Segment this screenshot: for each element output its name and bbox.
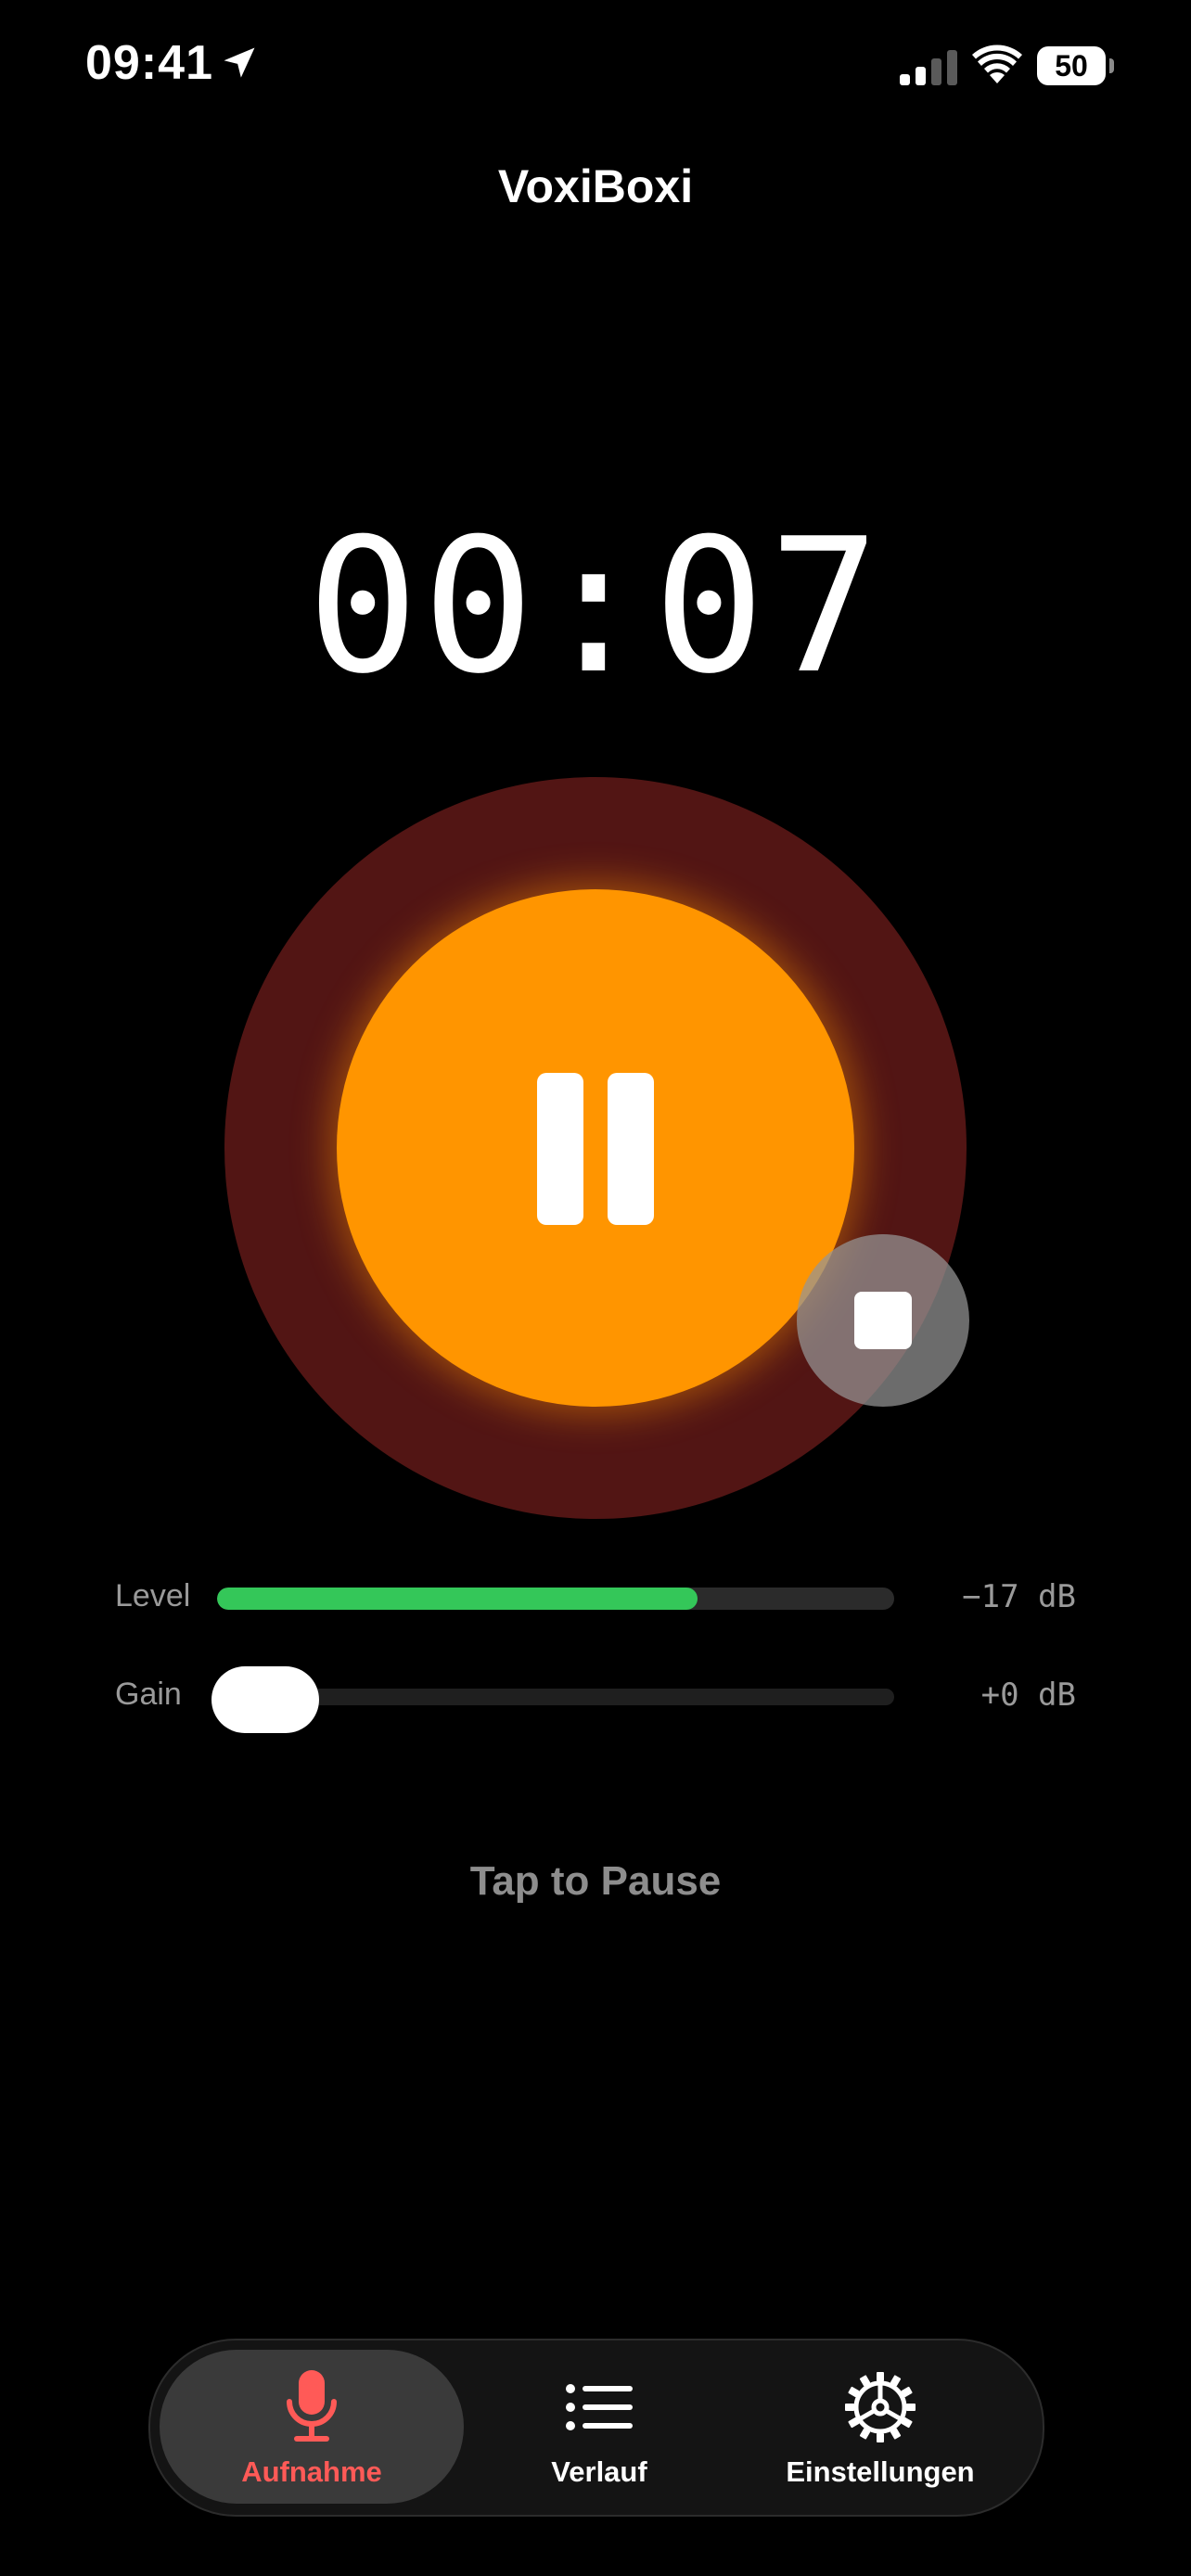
cellular-signal-icon [900,50,957,85]
pause-icon [537,1073,654,1225]
gain-slider[interactable] [211,1666,894,1733]
level-fill [217,1588,698,1610]
tab-aufnahme[interactable]: Aufnahme [160,2350,464,2504]
level-label: Level [115,1578,191,1613]
tab-bar: Aufnahme Verlauf Einstellungen [148,2339,1044,2517]
elapsed-timer: 00:07 [306,499,885,715]
microphone-icon [287,2370,337,2442]
gain-control: Gain +0 dB [115,1666,1076,1733]
page-title: VoxiBoxi [497,160,694,212]
level-track [217,1588,894,1610]
stop-button[interactable] [797,1234,969,1407]
gain-label: Gain [115,1677,182,1712]
gain-value: +0 dB [980,1677,1076,1714]
status-time: 09:41 [85,36,213,90]
stop-icon [854,1292,912,1349]
location-arrow-icon [224,47,255,78]
gain-slider-thumb[interactable] [211,1666,319,1733]
battery-cap [1109,58,1114,73]
tab-label: Verlauf [551,2455,647,2488]
pause-button[interactable] [337,889,854,1407]
level-value: −17 dB [962,1578,1076,1615]
tab-label: Aufnahme [241,2455,382,2488]
hint-text: Tap to Pause [469,1858,722,1904]
battery-icon: 50 [1037,46,1115,85]
gear-icon [845,2372,916,2442]
list-icon [566,2384,633,2430]
battery-level: 50 [1037,46,1106,85]
level-meter: Level −17 dB [115,1571,1076,1626]
status-bar: 09:41 50 [0,0,1191,139]
tab-einstellungen[interactable]: Einstellungen [727,2350,1033,2504]
wifi-icon [972,45,1022,83]
tab-label: Einstellungen [786,2455,975,2488]
tab-verlauf[interactable]: Verlauf [479,2350,720,2504]
